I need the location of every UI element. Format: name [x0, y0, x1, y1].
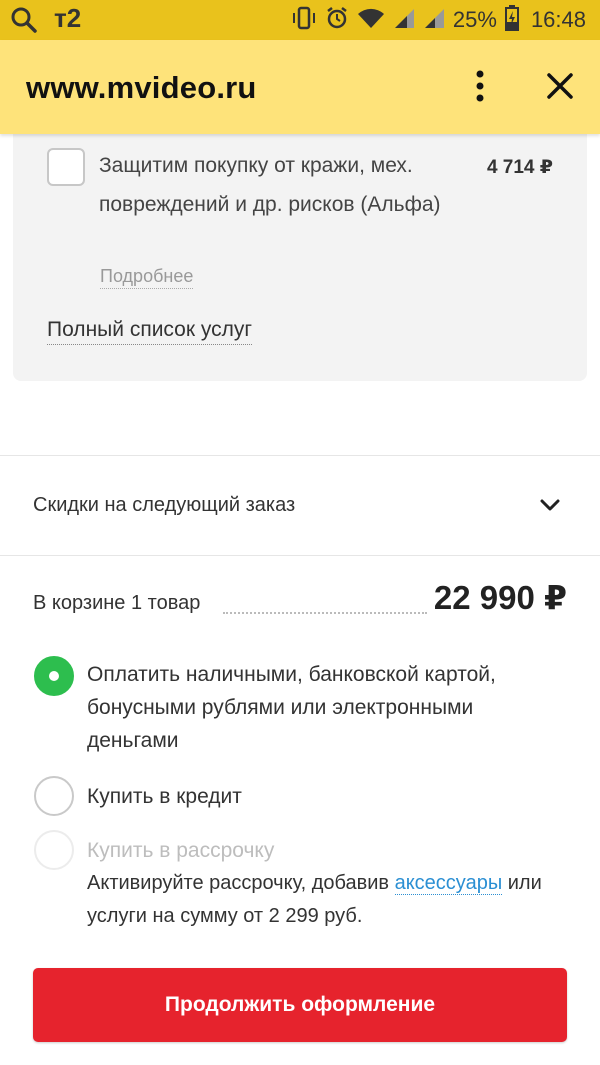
services-card: Защитим покупку от кражи, мех. поврежден… — [13, 134, 587, 381]
status-bar: т2 25% 16:48 — [0, 0, 600, 40]
url-label[interactable]: www.mvideo.ru — [26, 70, 257, 106]
battery-icon — [504, 4, 519, 36]
service-checkbox[interactable] — [47, 148, 85, 186]
alarm-icon — [325, 6, 349, 35]
signal-icon-2 — [423, 7, 445, 34]
full-services-list-link[interactable]: Полный список услуг — [47, 318, 253, 345]
payment-option-label: Оплатить наличными, банковской картой, б… — [87, 663, 496, 752]
divider — [0, 555, 600, 556]
vibrate-icon — [291, 6, 317, 35]
close-icon[interactable] — [542, 68, 578, 104]
installment-note-prefix: Активируйте рассрочку, добавив — [87, 872, 395, 894]
service-more-link[interactable]: Подробнее — [100, 266, 194, 289]
installment-note: Активируйте рассрочку, добавив аксессуар… — [87, 867, 577, 933]
cart-count-label: В корзине 1 товар — [33, 592, 203, 615]
search-icon — [10, 6, 38, 39]
signal-icon — [393, 7, 415, 34]
cart-summary: В корзине 1 товар 22 990 ₽ — [33, 576, 567, 626]
accessories-link[interactable]: аксессуары — [394, 872, 503, 895]
clock: 16:48 — [530, 7, 586, 32]
wifi-icon — [357, 7, 385, 34]
continue-checkout-button[interactable]: Продолжить оформление — [33, 968, 567, 1042]
radio-unselected[interactable] — [34, 776, 74, 816]
browser-header: www.mvideo.ru — [0, 40, 600, 134]
battery-percent: 25% — [452, 7, 497, 32]
payment-option-label: Купить в рассрочку — [87, 839, 275, 862]
dotted-leader — [223, 612, 427, 614]
service-title: Защитим покупку от кражи, мех. поврежден… — [99, 154, 441, 216]
discounts-accordion[interactable]: Скидки на следующий заказ — [0, 456, 600, 555]
radio-selected[interactable] — [34, 656, 74, 696]
discounts-label: Скидки на следующий заказ — [33, 494, 296, 516]
radio-disabled — [34, 830, 74, 870]
payment-option-label: Купить в кредит — [87, 785, 242, 808]
cart-total: 22 990 ₽ — [429, 578, 567, 617]
service-price: 4 714 ₽ — [486, 157, 553, 178]
chevron-down-icon[interactable] — [538, 496, 562, 516]
more-vertical-icon[interactable] — [470, 66, 490, 106]
carrier-label: т2 — [54, 3, 82, 33]
status-icons: 25% 16:48 — [291, 4, 586, 36]
